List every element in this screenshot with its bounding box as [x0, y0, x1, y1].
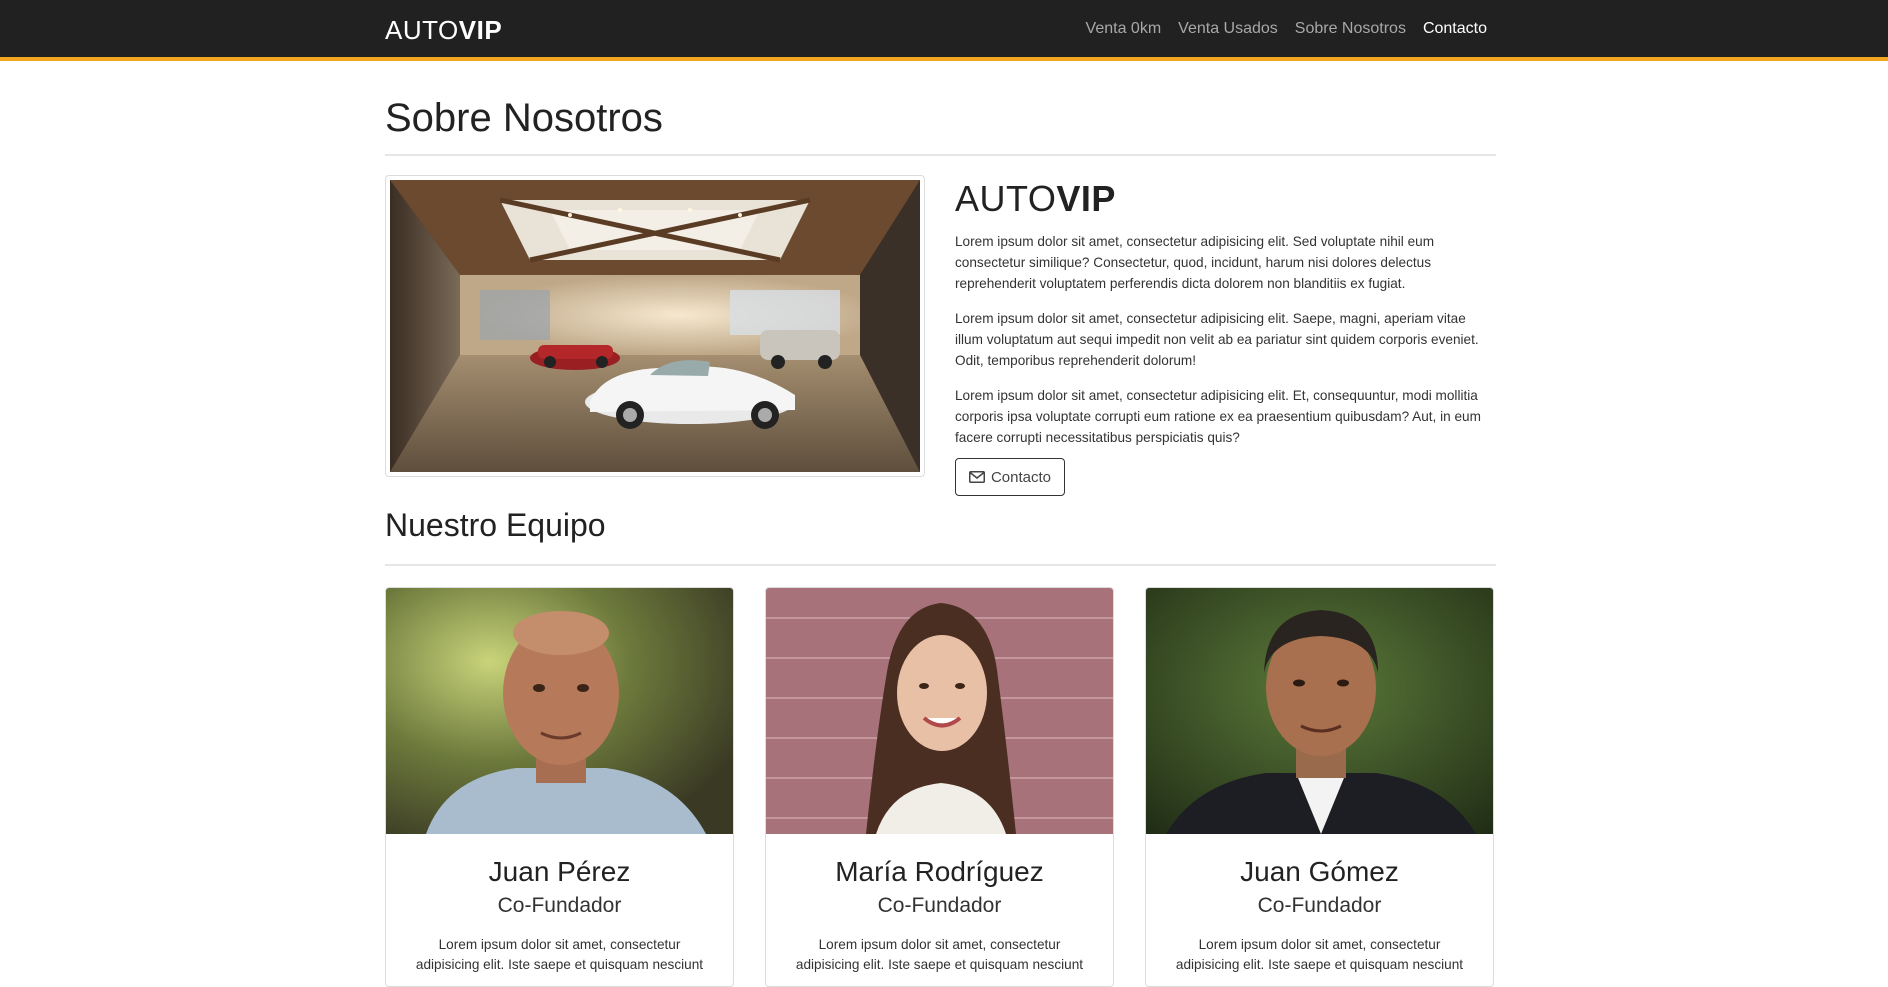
top-navbar: AUTOVIP Venta 0km Venta Usados Sobre Nos…	[0, 0, 1888, 61]
team-member-bio: Lorem ipsum dolor sit amet, consectetur …	[795, 937, 1084, 972]
nav-link-venta-usados[interactable]: Venta Usados	[1178, 18, 1278, 40]
about-paragraph-2: Lorem ipsum dolor sit amet, consectetur …	[955, 311, 1479, 368]
about-brand-bold: VIP	[1056, 178, 1116, 219]
team-member-name: María Rodríguez	[835, 856, 1044, 887]
team-member-name: Juan Pérez	[488, 856, 631, 887]
team-member-bio: Lorem ipsum dolor sit amet, consectetur …	[1175, 937, 1464, 972]
brand-bold: VIP	[458, 15, 503, 45]
divider	[385, 154, 1496, 156]
showroom-image-frame	[385, 175, 925, 477]
about-brand: AUTOVIP	[955, 177, 1496, 221]
team-member-role: Co-Fundador	[877, 894, 1002, 917]
divider	[385, 564, 1496, 566]
team-member-role: Co-Fundador	[1257, 894, 1382, 917]
team-member-photo	[1146, 588, 1493, 834]
team-member-photo	[386, 588, 733, 834]
team-section-title: Nuestro Equipo	[385, 507, 606, 543]
about-brand-light: AUTO	[955, 178, 1057, 219]
brand-logo[interactable]: AUTOVIP	[385, 14, 502, 46]
nav-links: Venta 0km Venta Usados Sobre Nosotros Co…	[1069, 18, 1487, 40]
about-paragraph-1: Lorem ipsum dolor sit amet, consectetur …	[955, 234, 1435, 291]
team-card: María Rodríguez Co-Fundador Lorem ipsum …	[765, 587, 1114, 987]
team-member-name: Juan Gómez	[1240, 856, 1399, 887]
team-member-photo	[766, 588, 1113, 834]
page-title: Sobre Nosotros	[385, 96, 663, 140]
nav-link-contacto[interactable]: Contacto	[1423, 18, 1487, 40]
envelope-icon	[968, 471, 985, 483]
team-card: Juan Gómez Co-Fundador Lorem ipsum dolor…	[1145, 587, 1494, 987]
team-member-bio: Lorem ipsum dolor sit amet, consectetur …	[415, 937, 704, 972]
team-member-role: Co-Fundador	[497, 894, 622, 917]
nav-link-venta-0km[interactable]: Venta 0km	[1086, 18, 1162, 40]
contact-button-label: Contacto	[990, 468, 1052, 486]
contact-button[interactable]: Contacto	[955, 458, 1065, 496]
about-text-block: AUTOVIP Lorem ipsum dolor sit amet, cons…	[955, 177, 1496, 448]
about-paragraph-3: Lorem ipsum dolor sit amet, consectetur …	[955, 388, 1481, 445]
nav-link-sobre-nosotros[interactable]: Sobre Nosotros	[1295, 18, 1406, 40]
brand-light: AUTO	[385, 15, 459, 45]
showroom-image	[390, 180, 920, 472]
team-card: Juan Pérez Co-Fundador Lorem ipsum dolor…	[385, 587, 734, 987]
